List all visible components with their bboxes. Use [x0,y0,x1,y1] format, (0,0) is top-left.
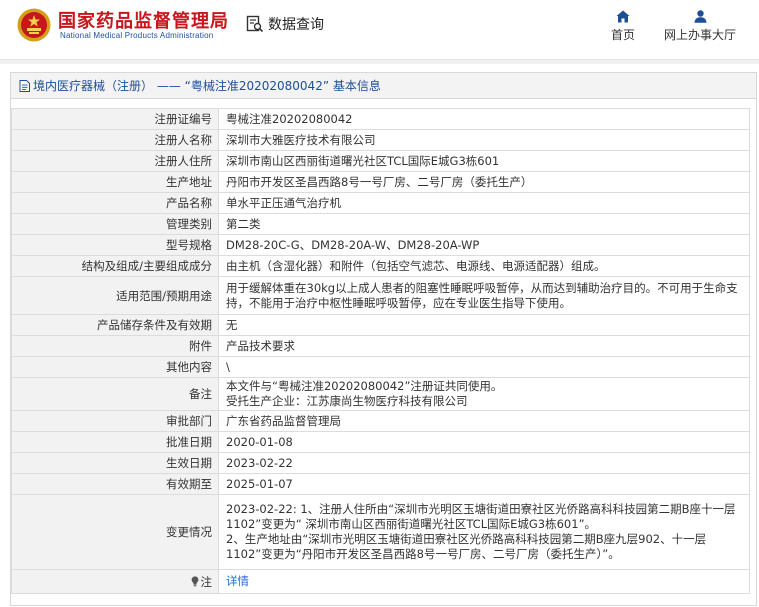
table-row: 注 详情 [11,569,750,594]
nav-home-label: 首页 [610,28,635,42]
field-label: 产品名称 [11,192,219,214]
field-value: 产品技术要求 [218,335,750,357]
user-icon [694,10,706,23]
field-value: 2020-01-08 [218,431,750,453]
field-value: 深圳市南山区西丽街道曙光社区TCL国际E城G3栋601 [218,150,750,172]
detail-panel: 境内医疗器械（注册） —— “粤械注准20202080042” 基本信息 注册证… [10,72,757,606]
table-row: 产品名称 单水平正压通气治疗机 [11,192,750,214]
field-label: 注册证编号 [11,108,219,130]
header-divider [0,59,759,64]
brand-subtitle: National Medical Products Administration [60,31,214,40]
field-value: 粤械注准20202080042 [218,108,750,130]
field-value: 广东省药品监督管理局 [218,410,750,432]
field-label: 注册人名称 [11,129,219,151]
nav-home[interactable]: 首页 [608,10,638,43]
table-row: 结构及组成/主要组成成分 由主机（含湿化器）和附件（包括空气滤芯、电源线、电源适… [11,255,750,277]
field-value: DM28-20C-G、DM28-20A-W、DM28-20A-WP [218,234,750,256]
field-value: 无 [218,314,750,336]
field-label: 变更情况 [11,494,219,570]
field-label: 产品储存条件及有效期 [11,314,219,336]
table-row: 生产地址 丹阳市开发区圣昌西路8号一号厂房、二号厂房（委托生产） [11,171,750,193]
field-label: 审批部门 [11,410,219,432]
field-value: 2023-02-22 [218,452,750,474]
table-row: 附件 产品技术要求 [11,335,750,357]
field-label: 附件 [11,335,219,357]
table-row: 产品储存条件及有效期 无 [11,314,750,336]
field-value: 丹阳市开发区圣昌西路8号一号厂房、二号厂房（委托生产） [218,171,750,193]
table-row: 批准日期 2020-01-08 [11,431,750,453]
field-label: 型号规格 [11,234,219,256]
table-row: 注册证编号 粤械注准20202080042 [11,108,750,130]
details-link[interactable]: 详情 [226,574,249,588]
field-label: 注 [200,574,213,589]
document-icon [19,79,30,92]
field-label: 批准日期 [11,431,219,453]
nav-hall-label: 网上办事大厅 [663,28,736,42]
table-row: 审批部门 广东省药品监督管理局 [11,410,750,432]
field-label: 结构及组成/主要组成成分 [11,255,219,277]
table-row: 注册人名称 深圳市大雅医疗技术有限公司 [11,129,750,151]
field-label: 其他内容 [11,356,219,378]
field-label: 备注 [11,377,219,411]
data-query-label: 数据查询 [268,17,324,33]
field-value: 本文件与“粤械注准20202080042”注册证共同使用。 受托生产企业：江苏康… [218,377,750,411]
search-document-icon [246,15,264,33]
field-value: \ [218,356,750,378]
field-label: 生效日期 [11,452,219,474]
field-value: 用于缓解体重在30kg以上成人患者的阻塞性睡眠呼吸暂停，从而达到辅助治疗目的。不… [218,276,750,315]
change-record-line: 2、生产地址由“深圳市光明区玉塘街道田寮社区光侨路高科科技园第二期B座九层902… [226,532,707,561]
nav-online-service-hall[interactable]: 网上办事大厅 [660,10,740,43]
remark-line: 本文件与“粤械注准20202080042”注册证共同使用。 [226,379,503,393]
data-query-link[interactable]: 数据查询 [246,14,324,34]
field-value: 由主机（含湿化器）和附件（包括空气滤芯、电源线、电源适配器）组成。 [218,255,750,277]
field-value: 2023-02-22: 1、注册人住所由“深圳市光明区玉塘街道田寮社区光侨路高科… [218,494,750,570]
field-label: 有效期至 [11,473,219,495]
table-row: 型号规格 DM28-20C-G、DM28-20A-W、DM28-20A-WP [11,234,750,256]
field-value: 单水平正压通气治疗机 [218,192,750,214]
remark-line: 受托生产企业：江苏康尚生物医疗科技有限公司 [226,394,468,408]
field-value: 深圳市大雅医疗技术有限公司 [218,129,750,151]
home-icon [616,10,630,23]
panel-title-text: 境内医疗器械（注册） —— “粤械注准20202080042” 基本信息 [33,78,381,93]
device-info-table: 注册证编号 粤械注准20202080042 注册人名称 深圳市大雅医疗技术有限公… [11,108,750,594]
change-record-line: 2023-02-22: 1、注册人住所由“深圳市光明区玉塘街道田寮社区光侨路高科… [226,502,736,531]
field-value: 第二类 [218,213,750,235]
table-row: 管理类别 第二类 [11,213,750,235]
table-row: 适用范围/预期用途 用于缓解体重在30kg以上成人患者的阻塞性睡眠呼吸暂停，从而… [11,276,750,315]
site-header: 国家药品监督管理局 National Medical Products Admi… [0,0,759,55]
table-row: 其他内容 \ [11,356,750,378]
table-row: 备注 本文件与“粤械注准20202080042”注册证共同使用。 受托生产企业：… [11,377,750,411]
field-label: 生产地址 [11,171,219,193]
field-label: 管理类别 [11,213,219,235]
note-label-cell: 注 [11,569,219,594]
table-row: 变更情况 2023-02-22: 1、注册人住所由“深圳市光明区玉塘街道田寮社区… [11,494,750,570]
field-value: 2025-01-07 [218,473,750,495]
field-label: 适用范围/预期用途 [11,276,219,315]
national-emblem-icon [17,8,51,42]
table-row: 有效期至 2025-01-07 [11,473,750,495]
table-row: 注册人住所 深圳市南山区西丽街道曙光社区TCL国际E城G3栋601 [11,150,750,172]
brand-title[interactable]: 国家药品监督管理局 [58,7,229,33]
panel-title: 境内医疗器械（注册） —— “粤械注准20202080042” 基本信息 [11,73,756,99]
field-label: 注册人住所 [11,150,219,172]
table-row: 生效日期 2023-02-22 [11,452,750,474]
lightbulb-icon [191,575,198,586]
field-value: 详情 [218,569,750,594]
